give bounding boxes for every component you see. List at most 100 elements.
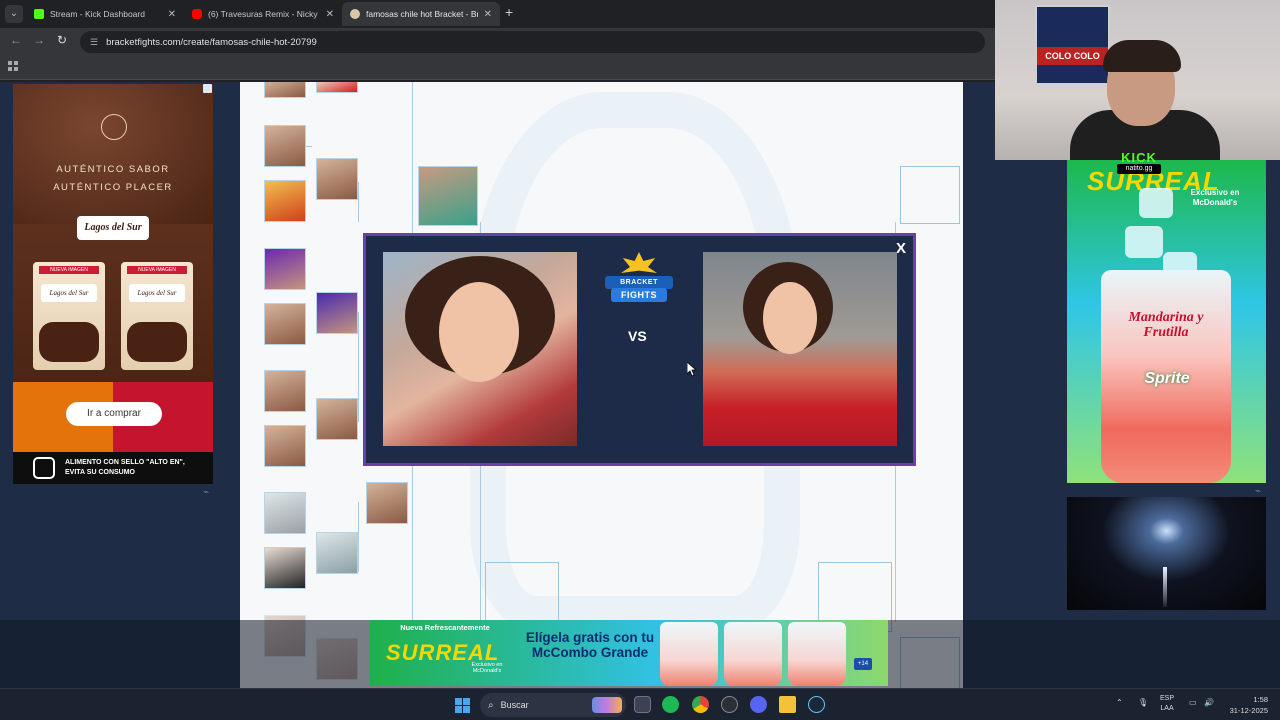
left-ad-banner[interactable]: AUTÉNTICO SABOR AUTÉNTICO PLACER Lagos d… xyxy=(13,84,213,484)
ad-report-icon[interactable]: ⌁ xyxy=(203,487,209,498)
tab-title: Stream - Kick Dashboard xyxy=(50,9,145,19)
forward-icon[interactable]: → xyxy=(33,33,45,47)
bracketfights-logo: BRACKET FIGHTS xyxy=(603,252,675,308)
spotify-icon[interactable] xyxy=(662,696,679,713)
drink-cup xyxy=(660,622,718,686)
water-reflection xyxy=(1163,567,1167,607)
logo-text-bottom: FIGHTS xyxy=(611,288,667,302)
versus-label: VS xyxy=(628,328,647,344)
back-icon[interactable]: ← xyxy=(10,33,22,47)
clock-date: 31-12-2025 xyxy=(1229,706,1268,715)
contestant-thumb[interactable] xyxy=(316,82,358,93)
volume-icon[interactable]: 🔊 xyxy=(1204,698,1214,707)
file-explorer-icon[interactable] xyxy=(779,696,796,713)
apps-grid-icon[interactable] xyxy=(8,61,18,71)
age-badge: +14 xyxy=(854,658,872,670)
taskbar: ⌕ Buscar ⌃ 🎙 ESP LAA ▭ 🔊 1:58 31-12-2025 xyxy=(0,688,1280,720)
bracket-connector xyxy=(358,182,359,222)
url-text: bracketfights.com/create/famosas-chile-h… xyxy=(106,36,317,48)
tab-bracket[interactable]: famosas chile hot Bracket - Bra ✕ xyxy=(342,2,500,26)
network-icon[interactable]: ▭ xyxy=(1189,698,1197,707)
bracket-connector xyxy=(358,502,359,572)
empty-slot[interactable] xyxy=(900,166,960,224)
site-info-icon[interactable]: ☰ xyxy=(90,37,98,48)
right-ad-banner[interactable]: SURREAL Exclusivo en McDonald's Mandarin… xyxy=(1067,160,1266,483)
contestant-thumb[interactable] xyxy=(316,532,358,574)
task-view-icon[interactable] xyxy=(634,696,651,713)
ice-cube xyxy=(1125,226,1163,258)
tab-title: famosas chile hot Bracket - Bra xyxy=(366,9,478,19)
contestant-thumb[interactable] xyxy=(316,158,358,200)
wall-poster: COLO COLO xyxy=(1035,5,1110,85)
ad-report-icon[interactable]: ⌁ xyxy=(1255,486,1261,497)
contestant-thumb[interactable] xyxy=(316,398,358,440)
contestant-thumb[interactable] xyxy=(264,370,306,412)
face-shape xyxy=(439,282,519,382)
contender-left[interactable] xyxy=(383,252,577,446)
search-placeholder: Buscar xyxy=(500,700,529,710)
streamer-hair xyxy=(1103,40,1181,72)
product-pack: NUEVA IMAGEN Lagos del Sur xyxy=(121,262,193,370)
taskbar-search[interactable]: ⌕ Buscar xyxy=(480,693,626,717)
contestant-thumb[interactable] xyxy=(264,82,306,98)
pack-brand: Lagos del Sur xyxy=(41,284,97,302)
contestant-thumb[interactable] xyxy=(264,303,306,345)
microphone-icon[interactable]: 🎙 xyxy=(1138,698,1148,707)
buy-button[interactable]: Ir a comprar xyxy=(66,402,162,426)
bottom-ad-banner[interactable]: Nueva Refrescantemente SURREAL Exclusivo… xyxy=(370,620,888,686)
chocolate-image xyxy=(13,84,213,224)
drink-cup xyxy=(788,622,846,686)
contestant-thumb[interactable] xyxy=(264,180,306,222)
contestant-thumb[interactable] xyxy=(366,482,408,524)
bracket-connector xyxy=(358,312,359,422)
tab-search-icon[interactable]: ⌄ xyxy=(5,5,23,23)
tab-youtube[interactable]: (6) Travesuras Remix - Nicky Jam ✕ xyxy=(184,2,342,26)
contestant-thumb[interactable] xyxy=(264,425,306,467)
pack-tag: NUEVA IMAGEN xyxy=(127,266,187,274)
chrome-icon[interactable] xyxy=(692,696,709,713)
warning-text-1: ALIMENTO CON SELLO "ALTO EN", xyxy=(65,459,185,466)
tray-overflow-icon[interactable]: ⌃ xyxy=(1116,698,1123,707)
discord-icon[interactable] xyxy=(750,696,767,713)
sprite-logo: Sprite xyxy=(1144,370,1190,387)
contender-right[interactable] xyxy=(703,252,897,446)
contestant-thumb[interactable] xyxy=(264,547,306,589)
matchup-modal: X BRACKET FIGHTS VS xyxy=(363,233,916,466)
contestant-thumb[interactable] xyxy=(316,292,358,334)
close-tab-icon[interactable]: ✕ xyxy=(326,9,334,20)
close-tab-icon[interactable]: ✕ xyxy=(168,9,176,20)
ad-exclusive: Exclusivo en McDonald's xyxy=(471,662,503,674)
reload-icon[interactable]: ↻ xyxy=(57,33,67,47)
close-modal-button[interactable]: X xyxy=(896,240,906,257)
ad-flavor: Mandarina y Frutilla xyxy=(1128,310,1204,340)
ad-slogan-2: AUTÉNTICO PLACER xyxy=(53,182,173,193)
system-clock[interactable]: 1:58 31-12-2025 xyxy=(1222,694,1268,716)
ad-exclusive: Exclusivo en McDonald's xyxy=(1190,188,1240,207)
kick-username: natito.gg xyxy=(1117,164,1161,174)
ice-cube xyxy=(1139,188,1173,218)
windows-start-icon[interactable] xyxy=(455,698,470,713)
clock-time: 1:58 xyxy=(1253,695,1268,704)
contestant-thumb[interactable] xyxy=(418,166,478,226)
steam-icon[interactable] xyxy=(808,696,825,713)
kick-logo: KICK xyxy=(1121,150,1157,165)
kick-favicon-icon xyxy=(34,9,44,19)
close-tab-icon[interactable]: ✕ xyxy=(484,9,492,20)
contestant-thumb[interactable] xyxy=(264,248,306,290)
contestant-thumb[interactable] xyxy=(264,125,306,167)
bracket-connector xyxy=(306,146,312,147)
obs-icon[interactable] xyxy=(721,696,738,713)
youtube-favicon-icon xyxy=(192,9,202,19)
bracketfights-favicon-icon xyxy=(350,9,360,19)
tab-kick-dashboard[interactable]: Stream - Kick Dashboard ✕ xyxy=(26,2,184,26)
new-tab-icon[interactable]: + xyxy=(505,4,513,20)
mouse-cursor-icon xyxy=(686,361,698,382)
address-bar[interactable]: ☰ bracketfights.com/create/famosas-chile… xyxy=(80,31,985,53)
cookie-image xyxy=(127,322,187,362)
product-pack: NUEVA IMAGEN Lagos del Sur xyxy=(33,262,105,370)
language-indicator[interactable]: ESP LAA xyxy=(1160,694,1174,714)
contestant-thumb[interactable] xyxy=(264,492,306,534)
ad-headline: Elígela gratis con tu McCombo Grande xyxy=(525,630,655,660)
adchoices-icon[interactable] xyxy=(203,84,212,93)
cookie-image xyxy=(39,322,99,362)
